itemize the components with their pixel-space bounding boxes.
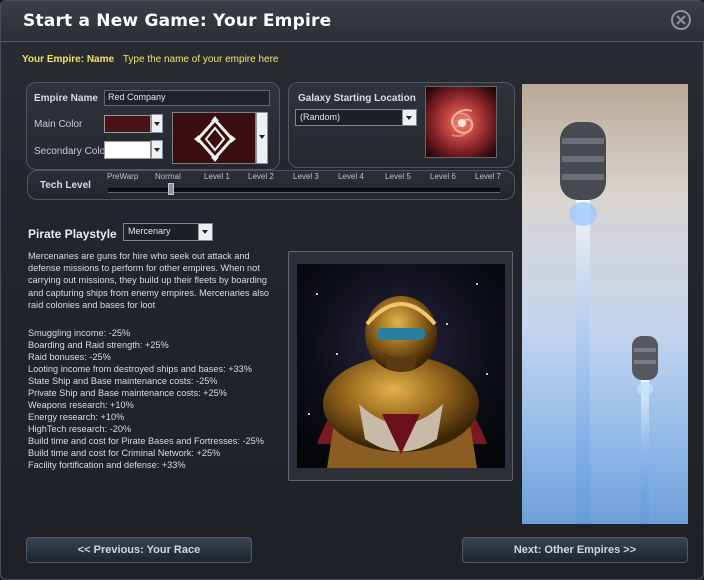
empire-name-help: Your Empire: Name Type the name of your …: [22, 54, 278, 65]
tech-tick-level1: Level 1: [204, 172, 230, 181]
chevron-down-icon: [198, 224, 212, 240]
playstyle-label: Pirate Playstyle: [28, 227, 117, 241]
bonus-item: Boarding and Raid strength: +25%: [28, 340, 169, 350]
bonus-item: Build time and cost for Criminal Network…: [28, 448, 221, 458]
bonus-item: Weapons research: +10%: [28, 400, 134, 410]
bonus-item: Raid bonuses: -25%: [28, 352, 111, 362]
tech-level-label: Tech Level: [40, 180, 91, 191]
tech-tick-level5: Level 5: [385, 172, 411, 181]
bonus-item: HighTech research: -20%: [28, 424, 132, 434]
main-color-swatch[interactable]: [104, 115, 151, 133]
empire-name-help-hint: Type the name of your empire here: [122, 54, 279, 65]
bonus-item: Energy research: +10%: [28, 412, 125, 422]
tech-tick-level7: Level 7: [475, 172, 501, 181]
galaxy-location-select[interactable]: (Random): [295, 109, 417, 126]
tech-tick-level3: Level 3: [293, 172, 319, 181]
empire-name-label: Empire Name: [34, 93, 98, 104]
bonus-item: Looting income from destroyed ships and …: [28, 364, 252, 374]
empire-flag[interactable]: [172, 112, 256, 164]
pirate-portrait-image: [297, 264, 505, 468]
tech-tick-level6: Level 6: [430, 172, 456, 181]
empire-name-input[interactable]: Red Company: [104, 90, 270, 106]
previous-button[interactable]: << Previous: Your Race: [26, 537, 252, 563]
secondary-color-dropdown[interactable]: [151, 140, 163, 159]
secondary-color-label: Secondary Color: [34, 146, 109, 157]
window-title: Start a New Game: Your Empire: [23, 11, 332, 31]
main-color-label: Main Color: [34, 119, 83, 130]
galaxy-preview: [425, 86, 497, 158]
tech-tick-level4: Level 4: [338, 172, 364, 181]
decorative-space-station-art: [522, 84, 688, 524]
next-button[interactable]: Next: Other Empires >>: [462, 537, 688, 563]
close-icon[interactable]: [671, 10, 691, 30]
tech-tick-normal: Normal: [155, 172, 181, 181]
flag-emblem-icon: [194, 116, 236, 162]
galaxy-location-value: (Random): [300, 112, 341, 122]
main-color-dropdown[interactable]: [151, 114, 163, 133]
empire-name-help-label: Your Empire: Name: [22, 54, 115, 65]
secondary-color-swatch[interactable]: [104, 141, 151, 159]
title-bar: Start a New Game: Your Empire: [1, 1, 704, 42]
bonus-item: Build time and cost for Pirate Bases and…: [28, 436, 264, 446]
flag-dropdown[interactable]: [256, 112, 268, 164]
playstyle-select[interactable]: Mercenary: [123, 223, 213, 241]
galaxy-label: Galaxy Starting Location: [298, 93, 416, 104]
tech-tick-prewarp: PreWarp: [107, 172, 139, 181]
tech-level-slider-track[interactable]: [108, 188, 500, 193]
bonus-item: Smuggling income: -25%: [28, 328, 131, 338]
bonus-item: Facility fortification and defense: +33%: [28, 460, 186, 470]
playstyle-description: Mercenaries are guns for hire who seek o…: [28, 251, 270, 310]
chevron-down-icon: [402, 110, 416, 125]
playstyle-value: Mercenary: [128, 226, 171, 236]
bonus-item: State Ship and Base maintenance costs: -…: [28, 376, 218, 386]
spiral-galaxy-icon: [450, 109, 474, 137]
tech-tick-level2: Level 2: [248, 172, 274, 181]
tech-level-slider-handle[interactable]: [168, 183, 174, 195]
bonus-item: Private Ship and Base maintenance costs:…: [28, 388, 227, 398]
